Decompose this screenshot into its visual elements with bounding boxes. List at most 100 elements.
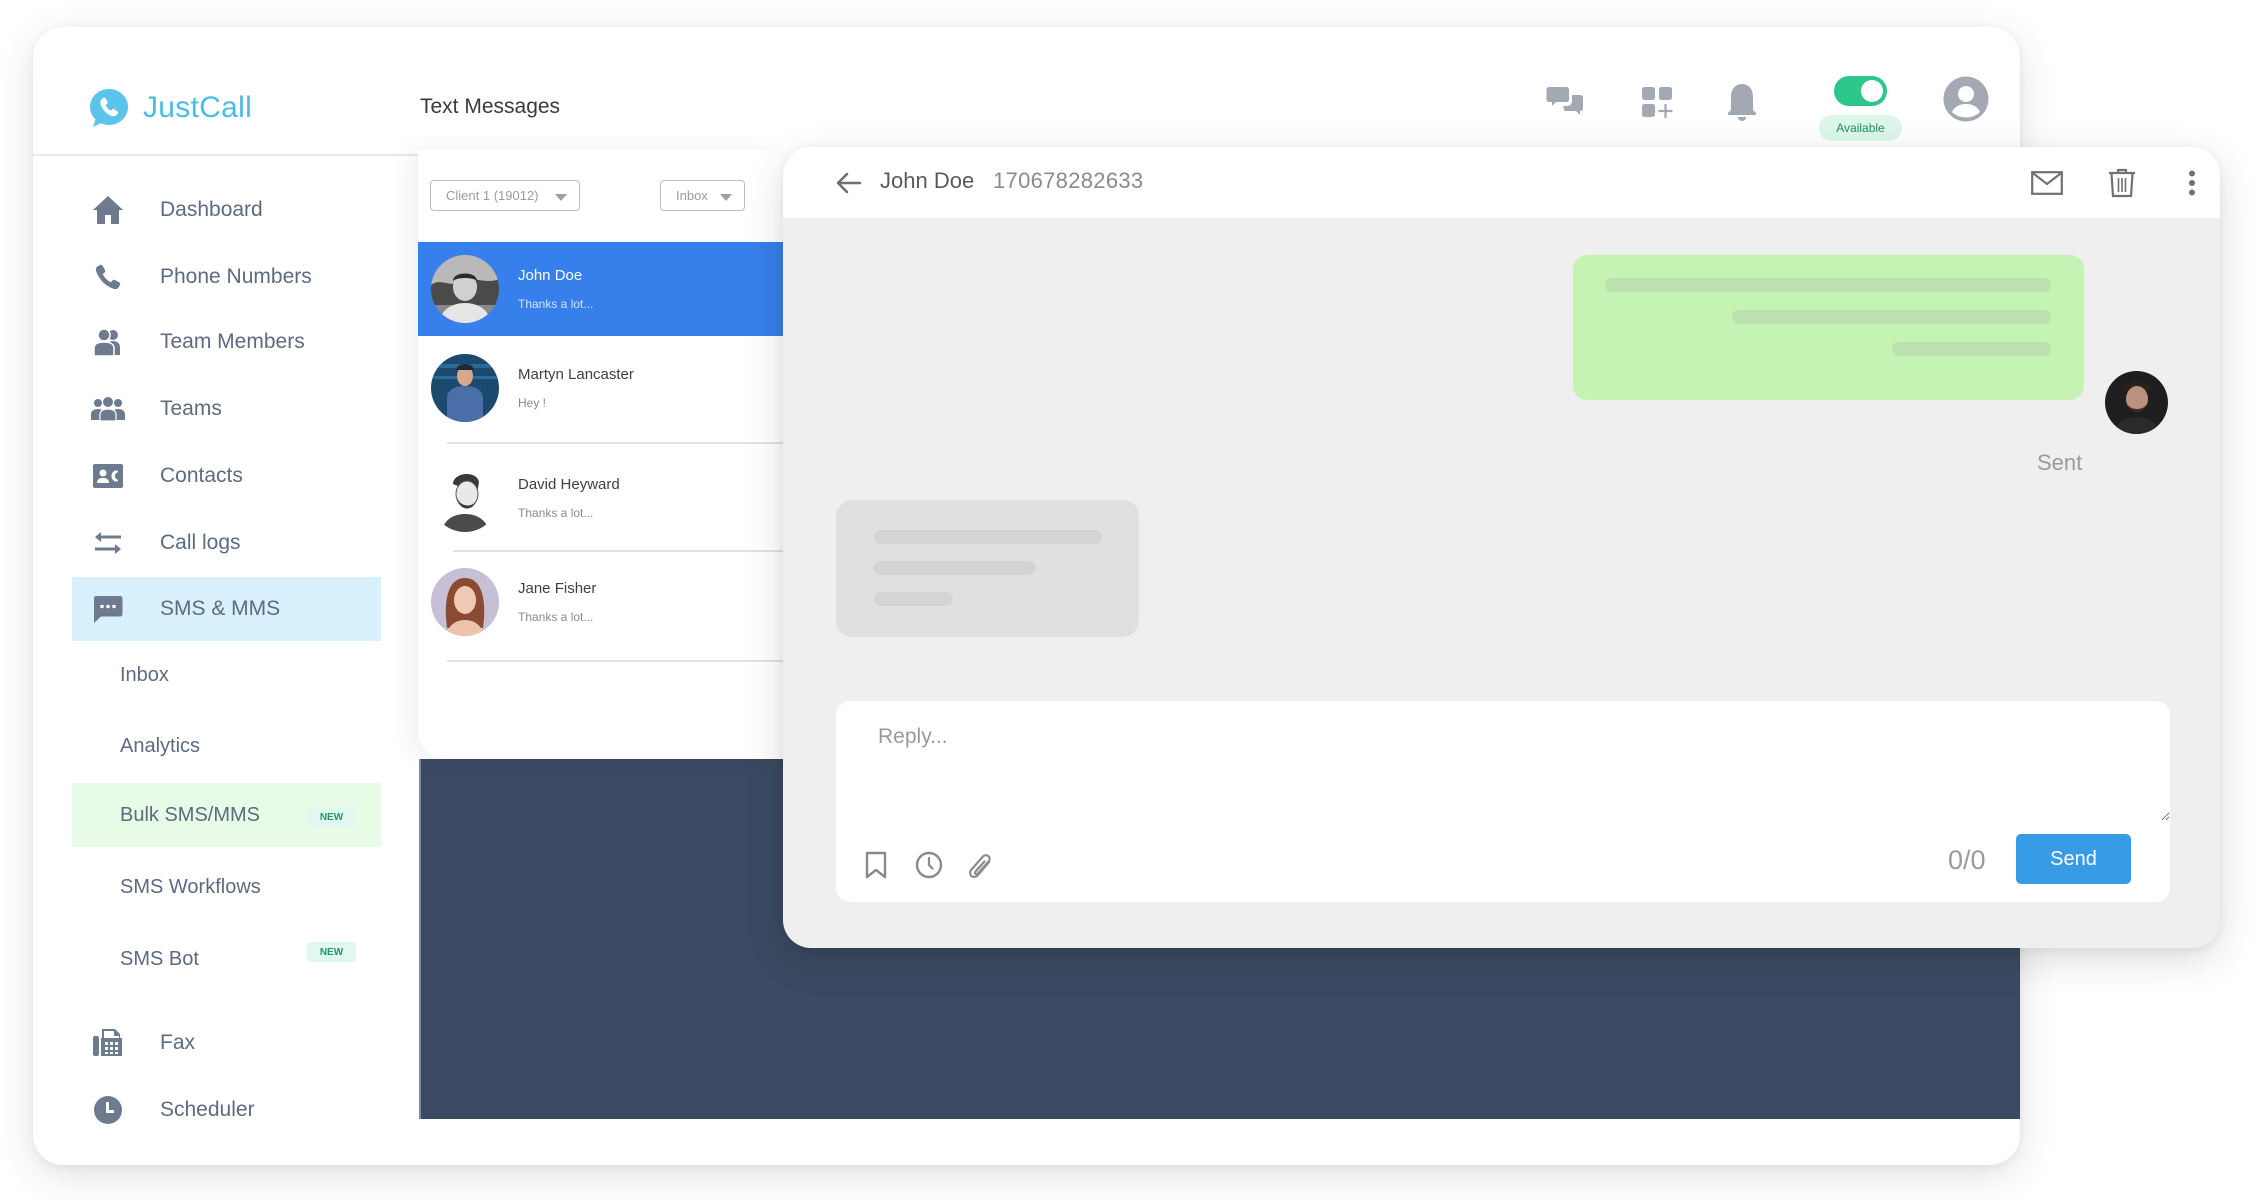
message-preview: Thanks a lot... — [518, 506, 594, 520]
user-avatar-icon — [1943, 76, 1989, 122]
sidebar-item-call-logs[interactable]: Call logs — [72, 511, 381, 575]
sidebar-item-label: Contacts — [160, 464, 243, 487]
bell-icon — [1728, 84, 1756, 121]
sidebar-subitem-label: SMS Workflows — [120, 875, 261, 898]
sidebar-item-contacts[interactable]: Contacts — [72, 444, 381, 508]
availability-toggle[interactable] — [1834, 76, 1887, 106]
user-profile-button[interactable] — [1943, 76, 1989, 122]
sidebar-subitem-label: Inbox — [120, 663, 169, 686]
sidebar-header-divider — [33, 154, 418, 156]
folder-filter-dropdown[interactable]: Inbox — [660, 180, 745, 211]
conversation-item[interactable]: David Heyward Thanks a lot... — [418, 451, 783, 545]
avatar — [431, 464, 499, 532]
avatar — [431, 255, 499, 323]
reply-input[interactable] — [836, 701, 2170, 821]
message-placeholder-line — [1732, 310, 2051, 324]
sidebar-item-teams[interactable]: Teams — [72, 377, 381, 441]
attach-file-button[interactable] — [964, 849, 996, 881]
call-logs-icon — [91, 526, 125, 560]
conversation-item[interactable]: Martyn Lancaster Hey ! — [418, 341, 783, 435]
send-button[interactable]: Send — [2016, 834, 2131, 884]
conversation-item[interactable]: Jane Fisher Thanks a lot... — [418, 555, 783, 649]
sender-avatar — [2105, 371, 2168, 434]
toggle-knob — [1861, 80, 1883, 102]
chat-bubbles-icon — [1546, 87, 1583, 115]
chat-bubbles-button[interactable] — [1545, 83, 1585, 123]
sidebar-subitem-label: Bulk SMS/MMS — [120, 803, 261, 826]
fax-icon — [91, 1026, 125, 1060]
chevron-down-icon — [555, 194, 567, 201]
message-placeholder-line — [874, 561, 1036, 575]
notifications-button[interactable] — [1722, 80, 1762, 124]
sidebar-item-label: Phone Numbers — [160, 265, 312, 288]
message-placeholder-line — [874, 592, 953, 606]
apps-add-button[interactable] — [1638, 83, 1678, 123]
character-count: 0/0 — [1948, 845, 1986, 875]
sidebar-item-scheduler[interactable]: Scheduler — [72, 1078, 381, 1142]
message-placeholder-line — [1892, 342, 2051, 356]
conversation-list-panel: Client 1 (19012) Inbox John Doe Thanks a… — [418, 150, 783, 759]
contact-name: John Doe — [518, 267, 583, 284]
arrow-left-icon — [836, 172, 862, 194]
email-button[interactable] — [2029, 165, 2065, 201]
chat-panel: John Doe 170678282633 Sent Reply... 0/0 … — [783, 147, 2220, 948]
list-divider — [453, 550, 783, 552]
team-members-icon — [91, 325, 125, 359]
sidebar-subitem-sms-workflows[interactable]: SMS Workflows — [72, 855, 381, 919]
contact-name: Martyn Lancaster — [518, 366, 634, 383]
message-placeholder-line — [874, 530, 1102, 544]
dropdown-value: Inbox — [676, 188, 708, 203]
sidebar-item-dashboard[interactable]: Dashboard — [72, 178, 381, 242]
sidebar-subitem-label: SMS Bot — [120, 947, 199, 970]
sidebar-subitem-inbox[interactable]: Inbox — [72, 643, 381, 707]
sidebar-item-sms-mms[interactable]: SMS & MMS — [72, 577, 381, 641]
message-placeholder-line — [1605, 278, 2051, 292]
message-preview: Thanks a lot... — [518, 610, 594, 624]
reply-composer: 0/0 Send — [836, 701, 2170, 902]
sidebar-item-label: Fax — [160, 1031, 196, 1054]
sidebar-subitem-analytics[interactable]: Analytics — [72, 714, 381, 778]
teams-icon — [91, 392, 125, 426]
received-message-bubble — [836, 500, 1139, 637]
back-button[interactable] — [836, 171, 862, 195]
sidebar-item-label: Scheduler — [160, 1098, 255, 1121]
contact-name: Jane Fisher — [518, 580, 597, 597]
brand-name: JustCall — [143, 91, 253, 124]
chat-header: John Doe 170678282633 — [783, 147, 2220, 218]
list-divider — [447, 660, 783, 662]
clock-icon — [91, 1093, 125, 1127]
avatar — [431, 568, 499, 636]
apps-add-icon — [1642, 87, 1673, 118]
sidebar-subitem-bulk-sms-mms[interactable]: Bulk SMS/MMS NEW — [72, 783, 381, 847]
sidebar-item-label: Team Members — [160, 330, 305, 353]
phone-number-filter-dropdown[interactable]: Client 1 (19012) — [430, 180, 580, 211]
chat-contact-number: 170678282633 — [993, 168, 1144, 193]
contacts-icon — [91, 459, 125, 493]
sidebar-subitem-label: Analytics — [120, 734, 201, 757]
sidebar-subitem-sms-bot[interactable]: SMS Bot NEW — [72, 927, 381, 991]
logo[interactable]: JustCall — [88, 87, 252, 129]
conversation-item[interactable]: John Doe Thanks a lot... — [418, 242, 783, 336]
sidebar-item-fax[interactable]: Fax — [72, 1011, 381, 1075]
message-preview: Hey ! — [518, 396, 547, 410]
more-options-button[interactable] — [2174, 165, 2210, 201]
phone-icon — [91, 260, 125, 294]
schedule-icon — [915, 851, 943, 879]
delete-button[interactable] — [2104, 165, 2140, 201]
template-button[interactable] — [860, 849, 892, 881]
sidebar-item-team-members[interactable]: Team Members — [72, 310, 381, 374]
new-badge: NEW — [307, 942, 356, 962]
more-vertical-icon — [2189, 170, 2195, 196]
sidebar-item-label: Dashboard — [160, 198, 263, 221]
sidebar-item-label: Teams — [160, 397, 222, 420]
sidebar-item-label: Call logs — [160, 531, 241, 554]
list-divider — [447, 442, 783, 444]
trash-icon — [2109, 168, 2135, 198]
chevron-down-icon — [720, 194, 732, 201]
sent-message-bubble — [1573, 255, 2084, 400]
schedule-message-button[interactable] — [913, 849, 945, 881]
sidebar-item-phone-numbers[interactable]: Phone Numbers — [72, 245, 381, 309]
sidebar-item-label: SMS & MMS — [160, 597, 281, 620]
avatar — [431, 354, 499, 422]
availability-status-badge: Available — [1819, 115, 1902, 141]
